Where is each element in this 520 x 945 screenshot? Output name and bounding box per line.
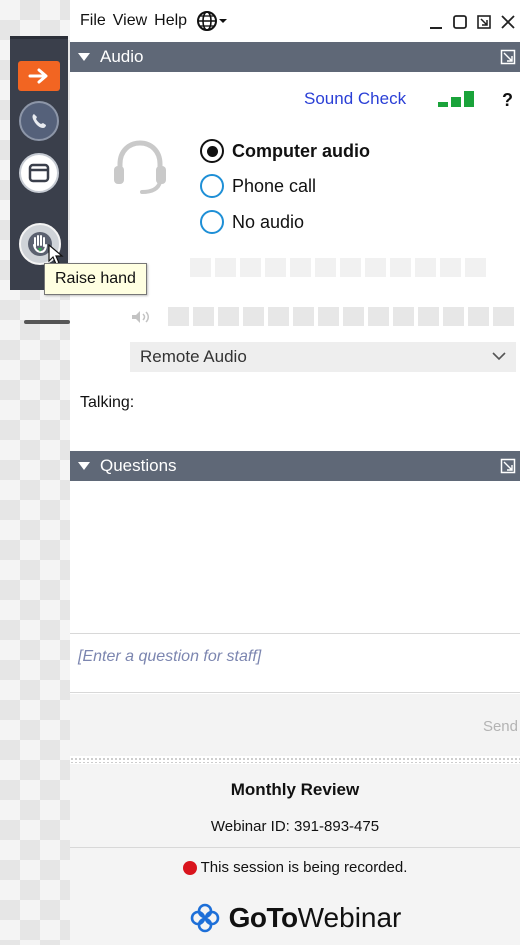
recording-notice: This session is being recorded. xyxy=(70,859,520,876)
brand-webinar: Webinar xyxy=(297,902,402,933)
sound-check-link[interactable]: Sound Check xyxy=(304,89,406,109)
close-button[interactable] xyxy=(498,12,518,32)
send-area: Send xyxy=(70,694,520,756)
radio-phone-call[interactable]: Phone call xyxy=(200,173,316,199)
webinar-id: Webinar ID: 391-893-475 xyxy=(210,818,380,835)
close-icon xyxy=(501,15,515,29)
recording-dot-icon xyxy=(182,860,197,875)
popout-icon[interactable] xyxy=(500,49,516,65)
restore-icon xyxy=(453,15,467,29)
radio-computer-audio[interactable]: Computer audio xyxy=(200,138,370,164)
menu-file[interactable]: File xyxy=(80,12,106,30)
chevron-down-icon xyxy=(219,19,228,23)
collapse-triangle-icon xyxy=(78,53,90,61)
strip-shadow xyxy=(24,320,70,324)
webinar-info-footer: Monthly Review Webinar ID: 391-893-475 T… xyxy=(70,764,520,945)
gotowebinar-logo: GoTo Webinar xyxy=(70,902,520,934)
raise-hand-tooltip: Raise hand xyxy=(44,263,147,295)
signal-strength-icon xyxy=(438,91,474,107)
phone-button[interactable] xyxy=(19,101,59,141)
radio-phone-call-label: Phone call xyxy=(232,175,317,196)
divider xyxy=(70,757,520,763)
phone-icon xyxy=(32,114,46,128)
speaker-icon xyxy=(132,311,149,323)
brand-goto: GoTo xyxy=(228,902,299,933)
menu-help[interactable]: Help xyxy=(154,12,187,30)
radio-button-selected[interactable] xyxy=(200,139,224,163)
audio-header-label: Audio xyxy=(100,47,144,66)
screen-viewer-button[interactable] xyxy=(19,153,59,193)
window-icon xyxy=(28,163,50,183)
microphone-level-meter xyxy=(190,258,486,277)
gotowebinar-flower-icon xyxy=(190,903,219,933)
minimize-icon xyxy=(430,27,442,29)
language-menu[interactable] xyxy=(196,10,228,32)
control-panel: File View Help Audio Sound Check ? Compu… xyxy=(70,0,520,945)
chevron-down-icon xyxy=(492,352,506,361)
menu-view[interactable]: View xyxy=(113,12,147,30)
radio-button[interactable] xyxy=(200,210,224,234)
audio-section-header[interactable]: Audio xyxy=(70,42,520,72)
minimize-button[interactable] xyxy=(426,12,446,32)
radio-button[interactable] xyxy=(200,174,224,198)
questions-section-header[interactable]: Questions xyxy=(70,451,520,481)
collapse-panel-button[interactable] xyxy=(18,61,60,91)
collapse-triangle-icon xyxy=(78,462,90,470)
audio-help-button[interactable]: ? xyxy=(502,90,513,111)
talking-label: Talking: xyxy=(80,394,135,411)
speaker-level-meter xyxy=(168,307,514,326)
popout-button[interactable] xyxy=(474,12,494,32)
popout-icon xyxy=(477,15,491,29)
menu-bar: File View Help xyxy=(70,0,520,42)
globe-icon xyxy=(197,11,218,31)
headset-icon xyxy=(114,140,166,194)
recording-notice-text: This session is being recorded. xyxy=(200,859,408,876)
radio-no-audio-label: No audio xyxy=(232,211,305,232)
speaker-select[interactable]: Remote Audio xyxy=(130,342,516,372)
send-button[interactable]: Send xyxy=(483,718,518,735)
restore-button[interactable] xyxy=(450,12,470,32)
radio-no-audio[interactable]: No audio xyxy=(200,209,304,235)
arrow-right-icon xyxy=(28,68,48,84)
radio-computer-audio-label: Computer audio xyxy=(232,140,370,161)
speaker-select-value: Remote Audio xyxy=(140,347,247,366)
popout-icon[interactable] xyxy=(500,458,516,474)
divider xyxy=(70,847,520,848)
question-input[interactable]: [Enter a question for staff] xyxy=(70,633,520,693)
questions-header-label: Questions xyxy=(100,456,177,475)
webinar-title: Monthly Review xyxy=(230,780,360,799)
window-controls xyxy=(426,12,518,32)
